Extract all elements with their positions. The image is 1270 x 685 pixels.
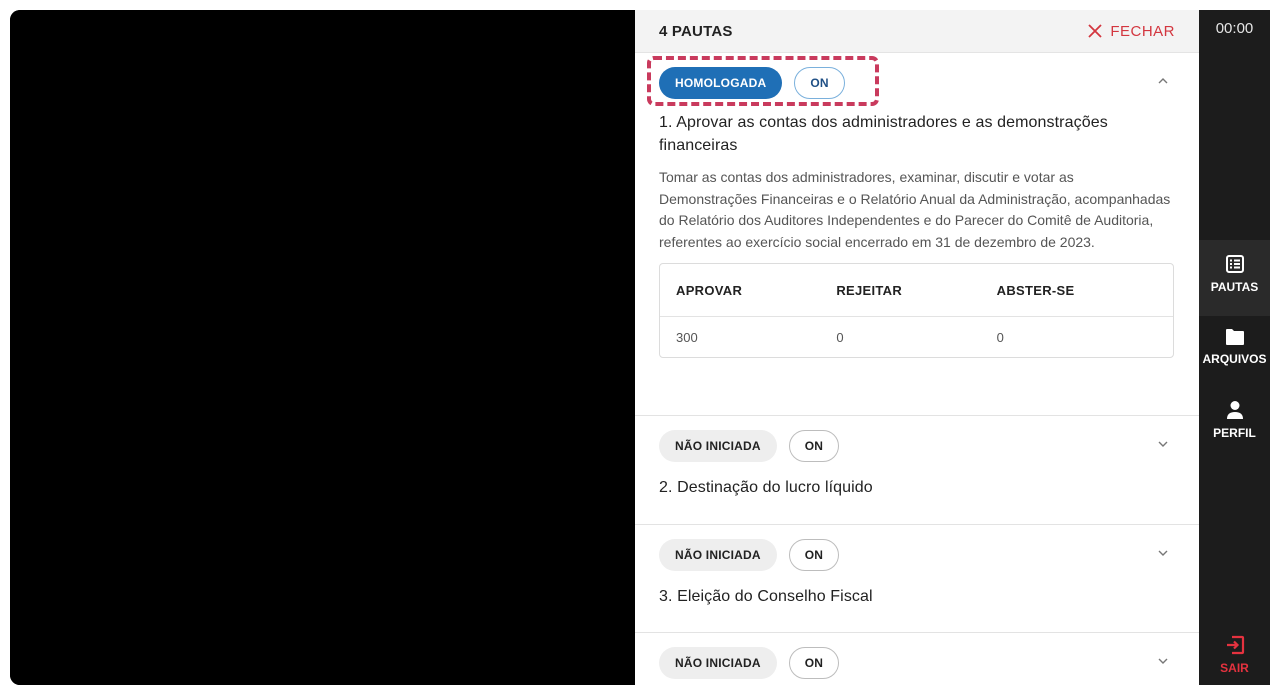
sidebar-item-pautas[interactable]: PAUTAS: [1199, 240, 1270, 316]
vote-value-abstain: 0: [996, 329, 1004, 345]
agenda-item-title: 1. Aprovar as contas dos administradores…: [659, 114, 1108, 154]
agenda-item-3[interactable]: NÃO INICIADA ON 3. Eleição do Conselho F…: [635, 525, 1199, 633]
sidebar-item-arquivos[interactable]: ARQUIVOS: [1199, 328, 1270, 366]
chevron-down-icon[interactable]: [1157, 547, 1169, 559]
status-badge: NÃO INICIADA: [659, 430, 777, 462]
status-badge: NÃO INICIADA: [659, 647, 777, 679]
close-icon: [1088, 24, 1102, 38]
mode-badge: ON: [788, 539, 840, 571]
exit-button[interactable]: SAIR: [1199, 635, 1270, 675]
app-frame: 4 PAUTAS FECHAR HOMOLOGADA ON 1. Aprovar…: [10, 10, 1270, 685]
sidebar: 00:00 PAUTAS ARQUIVOS PERFIL SAIR: [1199, 10, 1270, 685]
sidebar-item-label: ARQUIVOS: [1202, 352, 1267, 366]
chevron-down-icon[interactable]: [1157, 438, 1169, 450]
timer: 00:00: [1215, 20, 1254, 37]
close-label: FECHAR: [1110, 22, 1175, 40]
panel-header: 4 PAUTAS FECHAR: [635, 10, 1199, 53]
vote-value-reject: 0: [836, 329, 844, 345]
mode-badge: ON: [794, 67, 845, 99]
vote-header-approve: APROVAR: [676, 282, 743, 298]
agenda-item-2[interactable]: NÃO INICIADA ON 2. Destinação do lucro l…: [635, 416, 1199, 525]
list-icon: [1225, 255, 1244, 273]
folder-icon: [1225, 329, 1244, 345]
agenda-item-description: Tomar as contas dos administradores, exa…: [659, 169, 1171, 250]
agenda-item-title: 2. Destinação do lucro líquido: [659, 479, 873, 496]
agenda-item-4[interactable]: NÃO INICIADA ON: [635, 633, 1199, 685]
vote-value-approve: 300: [676, 329, 698, 345]
agenda-panel: 4 PAUTAS FECHAR HOMOLOGADA ON 1. Aprovar…: [635, 10, 1199, 685]
vote-header-reject: REJEITAR: [836, 282, 903, 298]
user-icon: [1226, 401, 1243, 419]
vote-table-header: APROVAR REJEITAR ABSTER-SE: [660, 264, 1173, 317]
close-button[interactable]: FECHAR: [1088, 23, 1175, 40]
sidebar-item-perfil[interactable]: PERFIL: [1199, 400, 1270, 440]
chevron-up-icon[interactable]: [1157, 75, 1169, 87]
vote-table-row: 300 0 0: [660, 317, 1173, 357]
video-area: [10, 10, 635, 685]
agenda-item-1[interactable]: HOMOLOGADA ON 1. Aprovar as contas dos a…: [635, 53, 1199, 416]
vote-table: APROVAR REJEITAR ABSTER-SE 300 0 0: [659, 263, 1174, 358]
sidebar-item-label: PERFIL: [1213, 426, 1256, 440]
exit-icon: [1226, 635, 1244, 655]
status-badge: NÃO INICIADA: [659, 539, 777, 571]
agenda-item-title: 3. Eleição do Conselho Fiscal: [659, 588, 873, 605]
mode-badge: ON: [788, 647, 840, 679]
status-badge: HOMOLOGADA: [659, 67, 783, 99]
exit-label: SAIR: [1220, 661, 1249, 675]
vote-header-abstain: ABSTER-SE: [996, 282, 1075, 298]
mode-badge: ON: [788, 430, 840, 462]
panel-title: 4 PAUTAS: [659, 22, 733, 40]
sidebar-item-label: PAUTAS: [1210, 280, 1259, 294]
chevron-down-icon[interactable]: [1157, 655, 1169, 667]
